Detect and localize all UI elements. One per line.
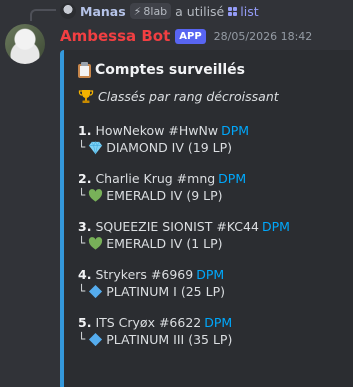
blue-diamond-icon — [89, 284, 103, 299]
dpm-link[interactable]: DPM — [221, 123, 249, 138]
tree-connector: └ — [78, 284, 86, 298]
message-header: Ambessa Bot APP 28/05/2026 18:42 — [60, 27, 312, 45]
green-heart-icon — [89, 237, 103, 250]
diamond-icon — [89, 141, 103, 155]
lightning-icon: ⚡ — [133, 4, 142, 18]
ranking-entry: 4. Strykers #6969 DPM └ PLATINUM I (25 LP… — [78, 266, 350, 300]
reply-action-text: a utilisé — [175, 3, 225, 19]
reply-header[interactable]: Manas ⚡ 8lab a utilisé list — [60, 2, 259, 20]
entry-tier: DIAMOND IV (19 LP) — [106, 140, 233, 155]
entry-rank: 5. — [78, 315, 92, 330]
dpm-link[interactable]: DPM — [196, 267, 224, 282]
entry-tier: PLATINUM III (35 LP) — [106, 332, 233, 347]
entry-rank: 4. — [78, 267, 92, 282]
entry-player: HowNekow #HwNw — [95, 123, 219, 138]
entry-rank: 2. — [78, 171, 92, 186]
entry-player: SQUEEZIE SIONIST #KC44 — [95, 219, 259, 234]
reply-command-chip: ⚡ 8lab — [129, 3, 172, 19]
entry-rank: 1. — [78, 123, 92, 138]
ranking-entry: 1. HowNekow #HwNw DPM └ DIAMOND IV (19 LP… — [78, 122, 350, 156]
tree-connector: └ — [78, 140, 86, 154]
tree-connector: └ — [78, 236, 86, 250]
entry-tier: EMERALD IV (1 LP) — [106, 236, 223, 251]
dpm-link[interactable]: DPM — [262, 219, 290, 234]
tree-connector: └ — [78, 332, 86, 346]
entry-player: ITS Cryøx #6622 — [95, 315, 202, 330]
clipboard-icon — [78, 62, 91, 78]
app-badge: APP — [175, 28, 206, 44]
embed-title: Comptes surveillés — [78, 62, 350, 78]
ranking-entry: 2. Charlie Krug #mng DPM └ EMERALD IV (9 … — [78, 170, 350, 204]
embed-title-text: Comptes surveillés — [95, 62, 245, 78]
slash-command-label: list — [240, 3, 259, 19]
entry-tier: EMERALD IV (9 LP) — [106, 188, 223, 203]
author-name[interactable]: Ambessa Bot — [60, 27, 170, 45]
trophy-icon — [78, 90, 94, 103]
embed-subtitle-text: Classés par rang décroissant — [98, 88, 279, 104]
dpm-link[interactable]: DPM — [204, 315, 232, 330]
entry-player: Charlie Krug #mng — [95, 171, 216, 186]
avatar[interactable] — [5, 24, 45, 64]
entry-tier: PLATINUM I (25 LP) — [106, 284, 225, 299]
reply-username[interactable]: Manas — [80, 4, 126, 19]
green-heart-icon — [89, 189, 103, 202]
slash-command-link[interactable]: list — [228, 3, 259, 19]
entry-player: Strykers #6969 — [95, 267, 194, 282]
timestamp[interactable]: 28/05/2026 18:42 — [214, 30, 313, 43]
embed-subtitle: Classés par rang décroissant — [78, 88, 350, 104]
entry-rank: 3. — [78, 219, 92, 234]
reply-connector — [30, 9, 56, 21]
reply-avatar[interactable] — [60, 3, 76, 19]
bot-message: Manas ⚡ 8lab a utilisé list Ambessa Bot … — [0, 0, 353, 387]
reply-command-chip-label: 8lab — [143, 4, 168, 18]
ranking-entry: 3. SQUEEZIE SIONIST #KC44 DPM └ EMERALD I… — [78, 218, 350, 252]
blue-diamond-icon — [89, 332, 103, 347]
tree-connector: └ — [78, 188, 86, 202]
slash-command-icon — [228, 6, 238, 16]
ranking-entry: 5. ITS Cryøx #6622 DPM └ PLATINUM III (35… — [78, 314, 350, 348]
embed-card: Comptes surveillés Classés par rang décr… — [60, 50, 353, 387]
dpm-link[interactable]: DPM — [218, 171, 246, 186]
